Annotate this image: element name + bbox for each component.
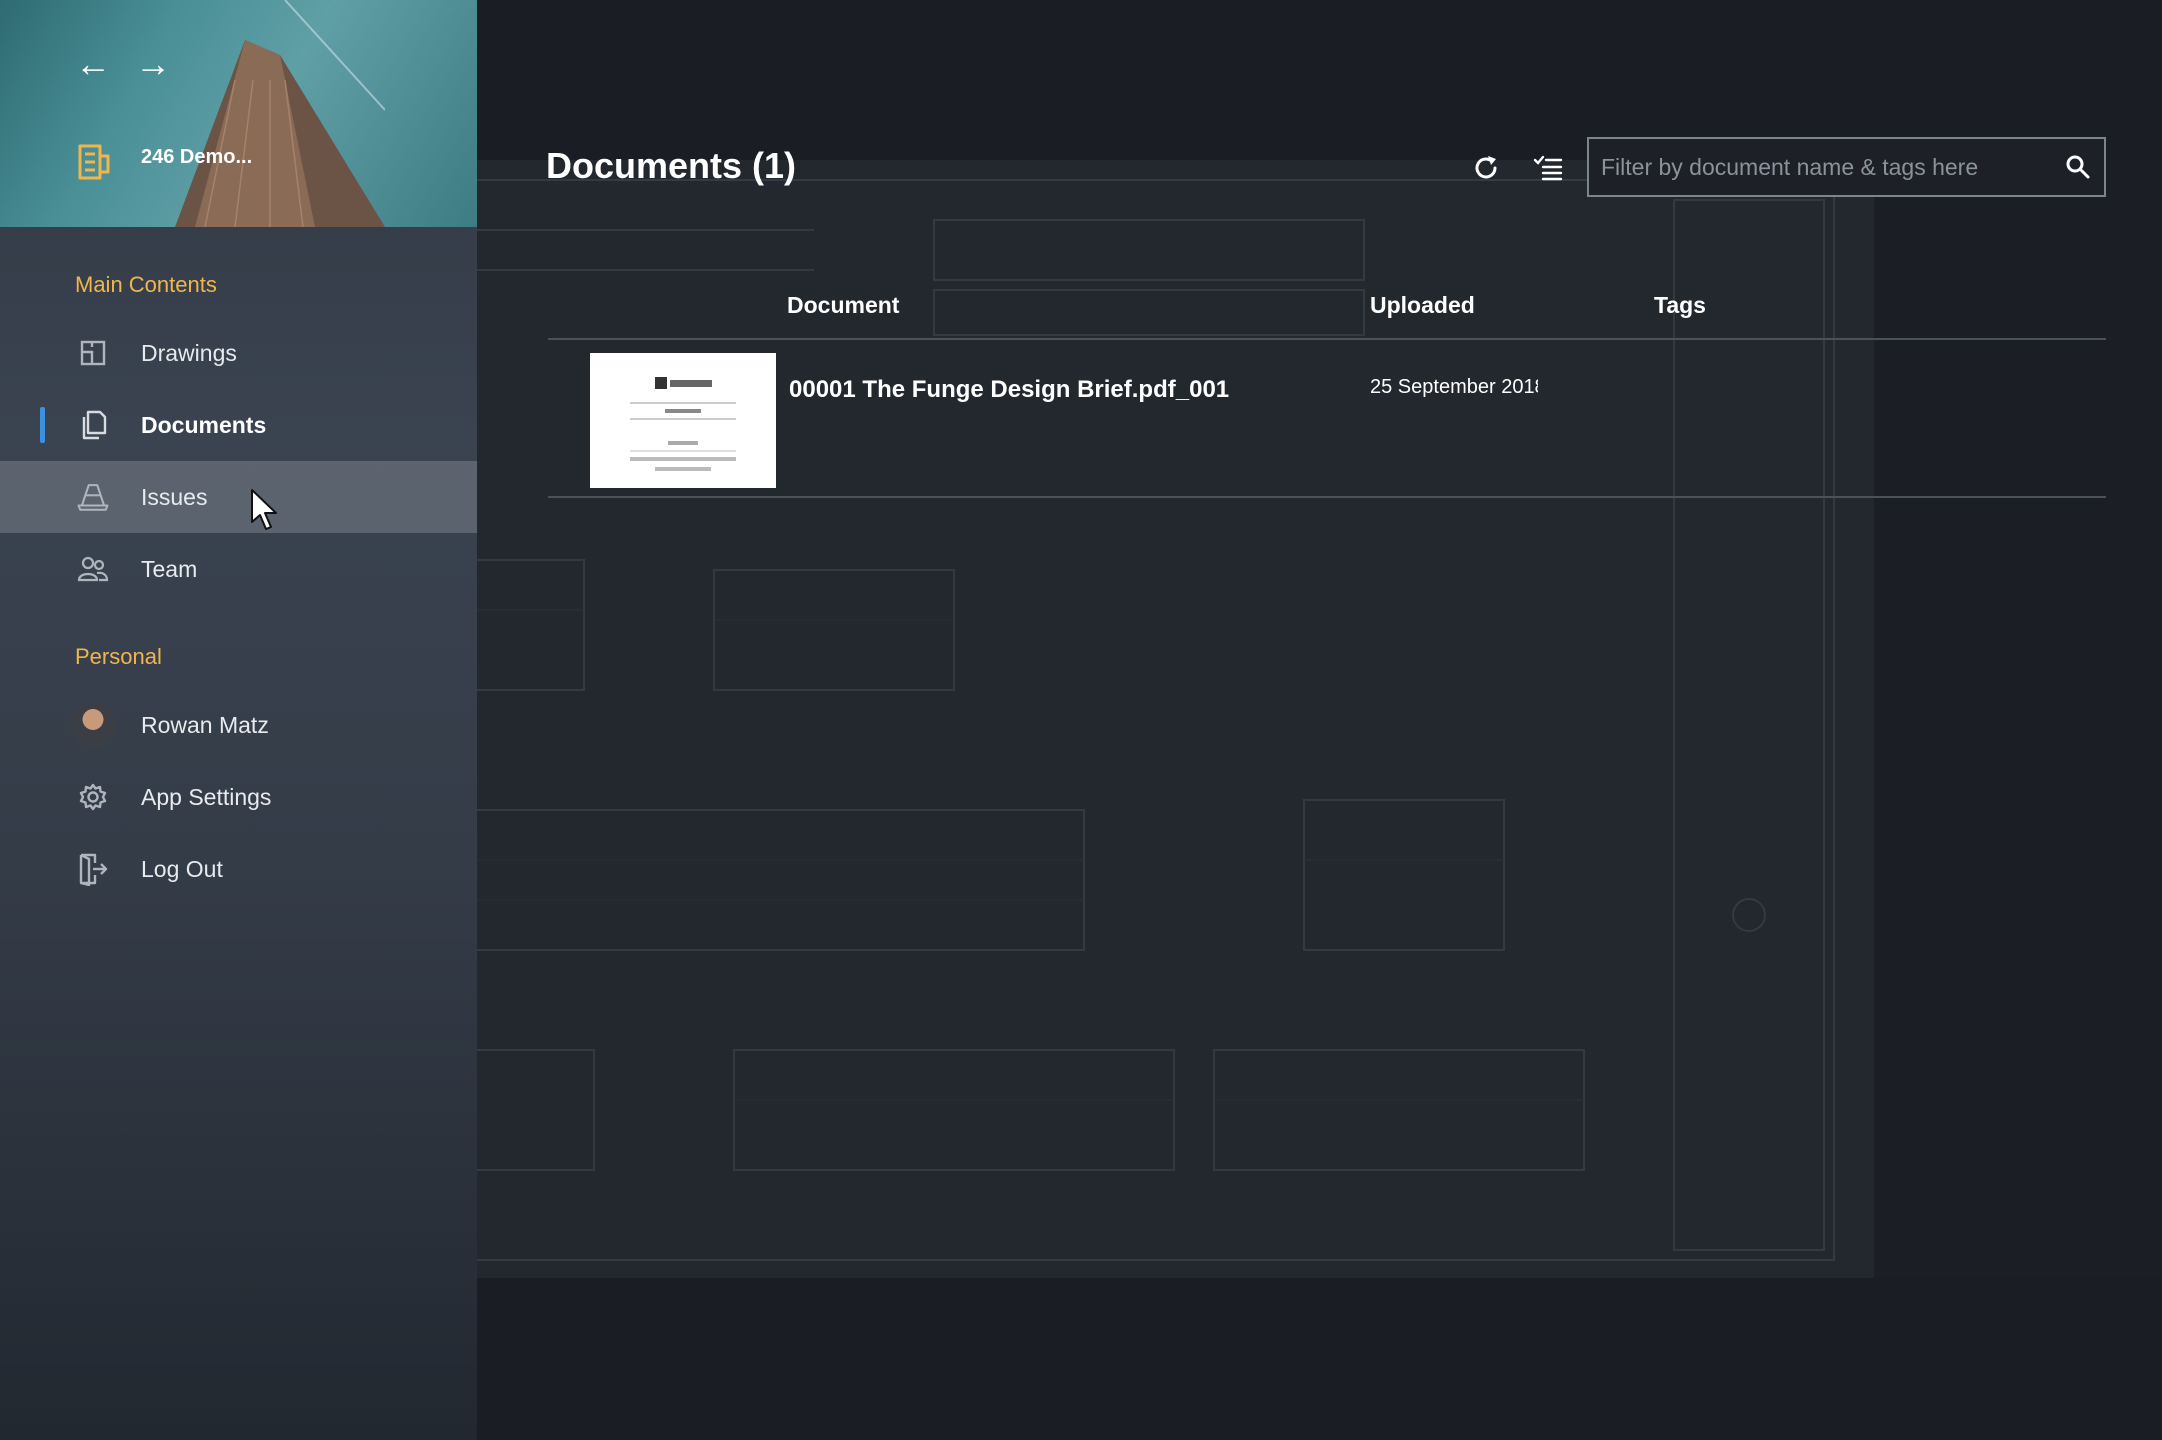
search-box [1587, 137, 2106, 197]
main-contents-label: Main Contents [75, 272, 217, 297]
sidebar-item-label: Issues [141, 483, 208, 510]
list-options-button[interactable] [1530, 150, 1566, 186]
back-arrow-icon[interactable]: ← [73, 46, 113, 82]
sidebar-header: ← → 246 Demo... [0, 0, 477, 227]
sidebar: ← → 246 Demo... Main Contents Drawings D… [0, 0, 477, 1440]
page-title: Documents (1) [546, 145, 797, 186]
column-header-document[interactable]: Document [787, 292, 899, 319]
sidebar-item-log-out[interactable]: Log Out [0, 833, 477, 905]
app-window: ← → 246 Demo... Main Contents Drawings D… [0, 0, 2162, 1440]
sidebar-item-issues[interactable]: Issues [0, 461, 477, 533]
sidebar-item-label: Rowan Matz [141, 711, 269, 738]
search-input[interactable] [1589, 139, 2052, 195]
forward-arrow-icon[interactable]: → [133, 46, 173, 82]
bottom-strip [477, 1278, 2162, 1440]
table-row-divider [548, 496, 2106, 498]
uploaded-date: 25 September 2018 [1370, 376, 1538, 398]
sidebar-item-label: Team [141, 555, 198, 582]
sidebar-item-team[interactable]: Team [0, 533, 477, 605]
sidebar-item-drawings[interactable]: Drawings [0, 317, 477, 389]
mouse-cursor-icon [251, 489, 277, 530]
project-name[interactable]: 246 Demo... [141, 146, 252, 169]
gear-icon [76, 780, 110, 814]
search-icon[interactable] [2052, 139, 2104, 195]
sidebar-item-label: Drawings [141, 339, 237, 366]
background-drawing [294, 160, 1874, 1278]
personal-label: Personal [75, 644, 162, 669]
sidebar-item-label: Log Out [141, 855, 223, 882]
column-header-uploaded[interactable]: Uploaded [1370, 292, 1475, 319]
document-thumbnail[interactable] [590, 353, 776, 488]
logout-icon [76, 852, 110, 886]
avatar [70, 702, 116, 748]
sidebar-item-documents[interactable]: Documents [0, 389, 477, 461]
building-photo [175, 0, 385, 227]
table-row[interactable]: 00001 The Funge Design Brief.pdf_001 25 … [548, 340, 2106, 496]
sidebar-item-profile[interactable]: Rowan Matz [0, 689, 477, 761]
drawings-icon [76, 336, 110, 370]
refresh-icon [1475, 156, 1497, 179]
sidebar-item-app-settings[interactable]: App Settings [0, 761, 477, 833]
checklist-icon [1533, 155, 1563, 181]
column-header-tags[interactable]: Tags [1654, 292, 1706, 319]
issues-cone-icon [76, 480, 110, 514]
documents-icon [76, 408, 110, 442]
top-strip [477, 0, 2162, 160]
sidebar-item-label: App Settings [141, 783, 272, 810]
sidebar-item-label: Documents [141, 411, 267, 438]
team-icon [76, 552, 110, 586]
document-name[interactable]: 00001 The Funge Design Brief.pdf_001 [789, 376, 1229, 404]
project-icon [78, 144, 110, 180]
refresh-button[interactable] [1468, 150, 1504, 186]
